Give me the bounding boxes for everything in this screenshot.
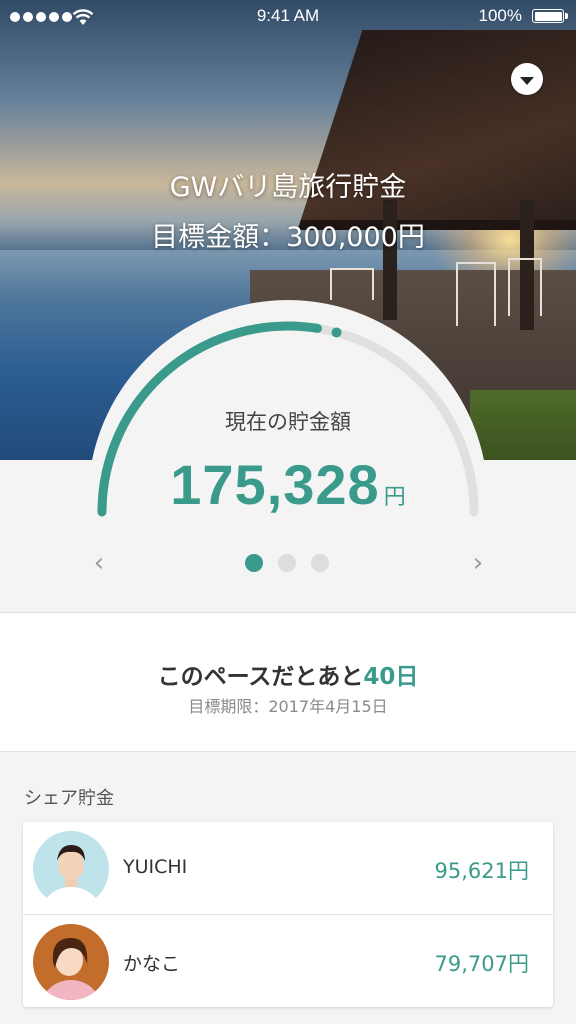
share-member-list: YUICHI 95,621円 かなこ 79,707円 (23, 822, 553, 1007)
person-avatar-icon (42, 938, 100, 1000)
chevron-left-icon: ‹ (93, 548, 105, 578)
member-row[interactable]: かなこ 79,707円 (23, 915, 553, 1007)
goal-deadline: 目標期限：2017年4月15日 (188, 697, 388, 716)
share-savings-heading: シェア貯金 (24, 788, 114, 809)
pace-card: このペースだとあと40日 目標期限：2017年4月15日 (0, 612, 576, 752)
savings-amount-number: 175,328 (170, 453, 380, 516)
page-dot[interactable] (278, 554, 296, 572)
pace-estimate: このペースだとあと40日 (0, 657, 576, 691)
member-name: かなこ (123, 953, 181, 975)
avatar (33, 831, 109, 907)
current-savings-label: 現在の貯金額 (225, 410, 351, 434)
member-row[interactable]: YUICHI 95,621円 (23, 822, 553, 915)
page-dot[interactable] (311, 554, 329, 572)
person-avatar-icon (41, 845, 101, 907)
avatar (33, 924, 109, 1000)
page-dot[interactable] (245, 554, 263, 572)
previous-page-button[interactable]: ‹ (87, 548, 111, 578)
savings-amount-unit: 円 (383, 485, 406, 510)
next-page-button[interactable]: › (466, 548, 490, 578)
member-amount: 95,621円 (434, 859, 529, 883)
chevron-right-icon: › (472, 548, 484, 578)
page-indicator[interactable] (245, 554, 329, 572)
member-amount: 79,707円 (434, 952, 529, 976)
member-name: YUICHI (123, 856, 188, 878)
current-savings-amount: 175,328 円 (0, 452, 576, 517)
pace-prefix: このペースだとあと (157, 664, 364, 690)
gauge-end-marker (331, 327, 342, 338)
days-remaining: 40日 (363, 664, 419, 690)
